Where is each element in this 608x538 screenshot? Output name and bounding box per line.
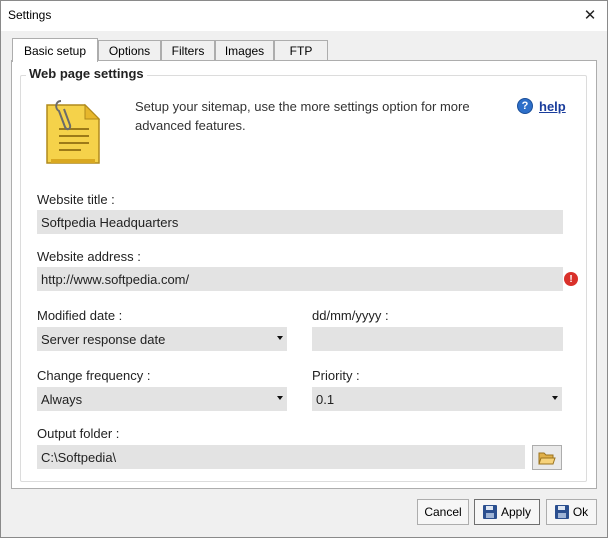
website-address-label: Website address :	[37, 249, 141, 264]
website-address-input[interactable]: http://www.softpedia.com/	[37, 267, 563, 291]
tab-ftp[interactable]: FTP	[274, 40, 328, 61]
floppy-disk-icon	[554, 505, 569, 519]
apply-button[interactable]: Apply	[474, 499, 540, 525]
close-icon[interactable]: ✕	[573, 1, 607, 29]
change-frequency-label: Change frequency :	[37, 368, 151, 383]
group-title: Web page settings	[26, 66, 147, 81]
help-link[interactable]: ? help	[517, 98, 566, 114]
website-title-input[interactable]: Softpedia Headquarters	[37, 210, 563, 234]
output-folder-input[interactable]: C:\Softpedia\	[37, 445, 525, 469]
floppy-disk-icon	[482, 505, 497, 519]
folder-open-icon	[538, 452, 556, 464]
priority-label: Priority :	[312, 368, 360, 383]
chevron-down-icon	[277, 336, 283, 340]
tab-filters[interactable]: Filters	[161, 40, 215, 61]
window-title: Settings	[8, 8, 52, 22]
chevron-down-icon	[552, 396, 558, 400]
tab-basic-setup[interactable]: Basic setup	[12, 38, 98, 62]
chevron-down-icon	[277, 396, 283, 400]
modified-date-dropdown[interactable]: Server response date	[37, 327, 287, 351]
intro-text: Setup your sitemap, use the more setting…	[135, 99, 470, 133]
title-bar: Settings ✕	[1, 1, 607, 31]
tab-images[interactable]: Images	[215, 40, 274, 61]
browse-folder-button[interactable]	[532, 445, 562, 470]
ok-label: Ok	[572, 505, 589, 519]
priority-dropdown[interactable]: 0.1	[312, 387, 562, 411]
website-title-label: Website title :	[37, 192, 115, 207]
tab-options[interactable]: Options	[98, 40, 161, 61]
priority-value: 0.1	[316, 391, 335, 407]
modified-date-label: Modified date :	[37, 308, 123, 323]
ok-button[interactable]: Ok	[546, 499, 597, 525]
modified-date-value: Server response date	[41, 331, 166, 347]
help-label: help	[539, 98, 566, 114]
output-folder-label: Output folder :	[37, 426, 120, 441]
date-format-label: dd/mm/yyyy :	[312, 308, 389, 323]
date-input[interactable]	[312, 327, 563, 351]
settings-window: Settings ✕ Basic setup Options Filters I…	[0, 0, 608, 538]
notepad-icon	[46, 100, 101, 164]
change-frequency-dropdown[interactable]: Always	[37, 387, 287, 411]
cancel-button[interactable]: Cancel	[417, 499, 469, 525]
change-frequency-value: Always	[41, 391, 83, 407]
apply-label: Apply	[500, 505, 532, 519]
error-icon: !	[564, 272, 578, 286]
help-icon: ?	[517, 98, 533, 114]
